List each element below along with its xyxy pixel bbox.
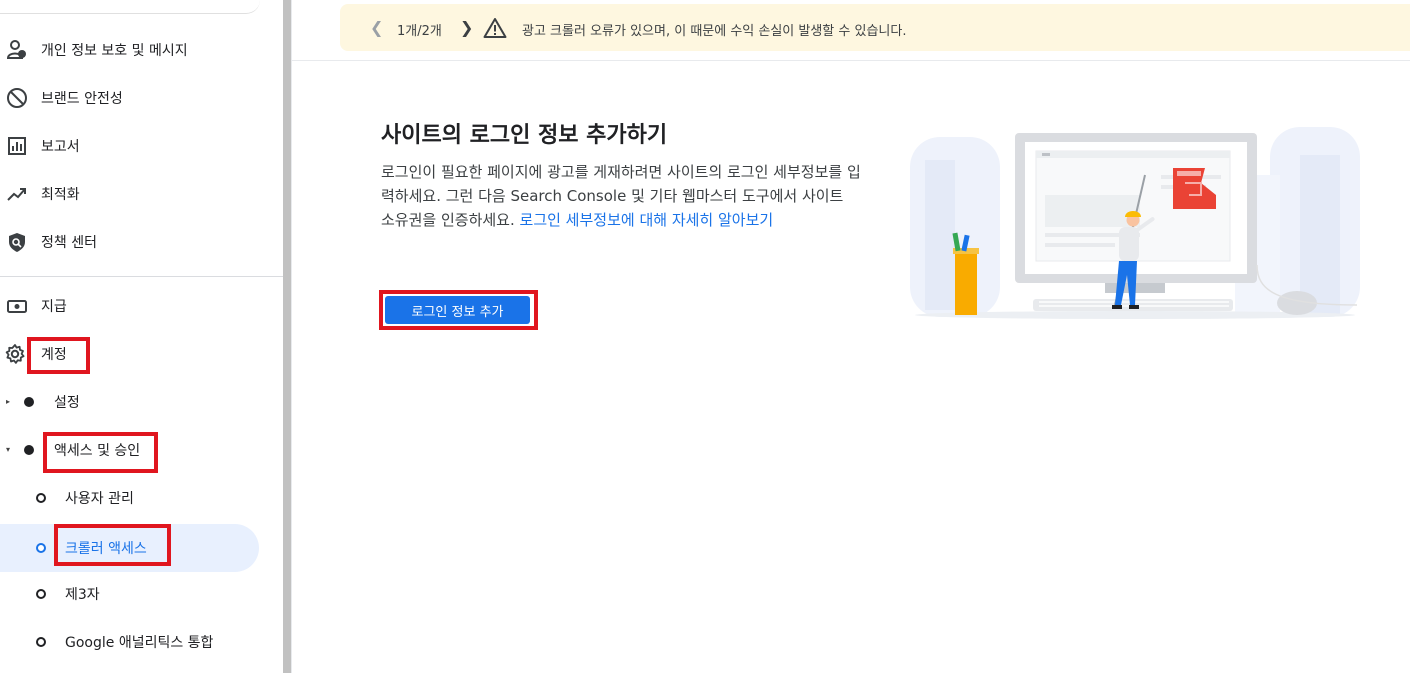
- sidebar-item-privacy-messaging[interactable]: 개인 정보 보호 및 메시지: [0, 30, 260, 70]
- caret-right-icon[interactable]: ▸: [6, 398, 12, 406]
- tree-circle-icon: [36, 637, 46, 647]
- crawler-access-page: 개인 정보 보호 및 메시지 브랜드 안전성 보고서 최적화 정책 센터 지급 …: [0, 0, 1410, 673]
- tree-circle-icon: [36, 543, 46, 553]
- warning-icon: [483, 17, 507, 39]
- sidebar-item-label: 액세스 및 승인: [54, 443, 141, 459]
- gear-icon: [4, 343, 26, 365]
- learn-more-link[interactable]: 로그인 세부정보에 대해 자세히 알아보기: [520, 211, 774, 229]
- chevron-right-icon[interactable]: ❯: [460, 18, 473, 37]
- sidebar-item-label: 브랜드 안전성: [41, 91, 123, 107]
- warning-banner: ❮ 1개/2개 ❯ 광고 크롤러 오류가 있으며, 이 때문에 수익 손실이 발…: [340, 4, 1410, 51]
- sidebar-item-account[interactable]: 계정: [0, 334, 260, 374]
- sidebar-item-access-authorization[interactable]: ▾ 액세스 및 승인: [0, 430, 260, 470]
- banner-message: 광고 크롤러 오류가 있으며, 이 때문에 수익 손실이 발생할 수 있습니다.: [522, 24, 907, 39]
- tree-bullet-icon: [24, 397, 34, 407]
- sidebar-item-user-management[interactable]: 사용자 관리: [0, 478, 260, 518]
- tree-circle-icon: [36, 589, 46, 599]
- header-divider: [292, 60, 1410, 61]
- report-chart-icon: [6, 135, 28, 157]
- sidebar-item-label: 크롤러 액세스: [65, 541, 147, 557]
- sidebar-item-label: 사용자 관리: [65, 491, 134, 507]
- sidebar-item-label: 제3자: [65, 587, 100, 603]
- sidebar-item-label: 정책 센터: [41, 235, 97, 251]
- page-description: 로그인이 필요한 페이지에 광고를 게재하려면 사이트의 로그인 세부정보를 입…: [381, 160, 861, 232]
- block-icon: [6, 87, 28, 109]
- tree-bullet-icon: [24, 445, 34, 455]
- sidebar-top-edge: [0, 0, 260, 14]
- sidebar-edge: [291, 0, 292, 673]
- payments-icon: [6, 295, 28, 317]
- sidebar-item-reports[interactable]: 보고서: [0, 126, 260, 166]
- sidebar-item-label: 최적화: [41, 187, 80, 203]
- page-title: 사이트의 로그인 정보 추가하기: [381, 123, 668, 148]
- sidebar: 개인 정보 보호 및 메시지 브랜드 안전성 보고서 최적화 정책 센터 지급 …: [0, 0, 283, 673]
- login-illustration: [905, 115, 1365, 325]
- banner-pagination: 1개/2개: [397, 24, 442, 39]
- sidebar-item-third-party[interactable]: 제3자: [0, 574, 260, 614]
- sidebar-divider: [0, 276, 283, 277]
- privacy-person-icon: [6, 39, 28, 61]
- sidebar-item-label: Google 애널리틱스 통합: [65, 635, 214, 651]
- sidebar-item-optimization[interactable]: 최적화: [0, 174, 260, 214]
- sidebar-item-label: 계정: [41, 347, 67, 363]
- tree-circle-icon: [36, 493, 46, 503]
- caret-down-icon[interactable]: ▾: [6, 446, 12, 454]
- sidebar-item-label: 개인 정보 보호 및 메시지: [41, 43, 188, 59]
- sidebar-item-label: 설정: [54, 395, 80, 411]
- add-login-info-button[interactable]: 로그인 정보 추가: [385, 296, 530, 324]
- sidebar-item-settings[interactable]: ▸ 설정: [0, 382, 260, 422]
- sidebar-scrollbar[interactable]: [283, 0, 291, 673]
- sidebar-item-label: 보고서: [41, 139, 80, 155]
- sidebar-item-policy-center[interactable]: 정책 센터: [0, 222, 260, 262]
- sidebar-item-payments[interactable]: 지급: [0, 286, 260, 326]
- policy-shield-icon: [6, 231, 28, 253]
- sidebar-item-label: 지급: [41, 299, 67, 315]
- sidebar-item-google-analytics[interactable]: Google 애널리틱스 통합: [0, 622, 260, 662]
- trending-up-icon: [6, 183, 28, 205]
- sidebar-item-crawler-access[interactable]: 크롤러 액세스: [0, 528, 260, 568]
- chevron-left-icon[interactable]: ❮: [370, 18, 383, 37]
- sidebar-item-brand-safety[interactable]: 브랜드 안전성: [0, 78, 260, 118]
